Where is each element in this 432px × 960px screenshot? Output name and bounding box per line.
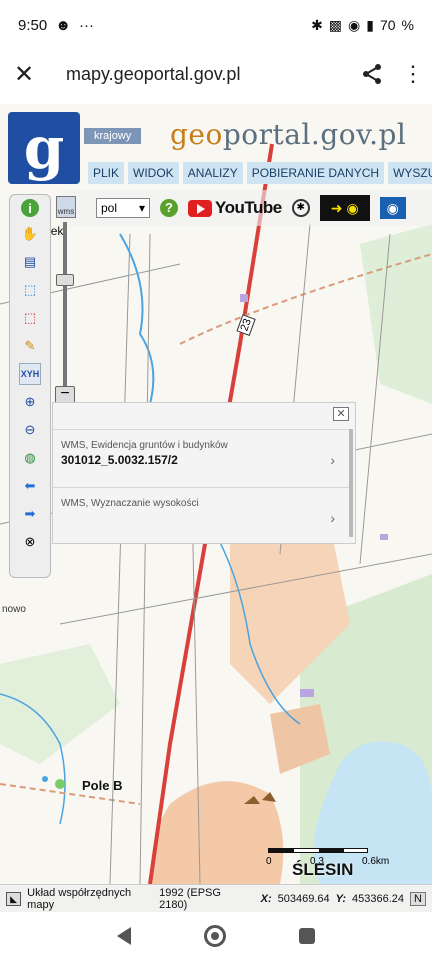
signal-icon: ▩ xyxy=(328,16,343,33)
map-view[interactable]: 23 Sarnowek nowo Pole B g krajowy geopor… xyxy=(0,104,432,912)
incognito-icon: ☻ xyxy=(55,16,71,34)
battery-icon: ▮ xyxy=(366,16,374,33)
arrow-right-icon: ➜ xyxy=(330,199,343,216)
accessibility-icon[interactable]: ✱ xyxy=(291,199,310,217)
view-eye-button[interactable]: ◉ xyxy=(379,197,406,219)
wms-button[interactable]: wms xyxy=(56,196,76,218)
language-select[interactable]: pol ▾ xyxy=(96,198,150,218)
geoportal-header: g krajowy geoportal.gov.pl PLIK WIDOK AN… xyxy=(8,112,432,184)
geoportal-logo[interactable]: g xyxy=(8,112,80,184)
coord-system-label: Układ współrzędnych mapy xyxy=(27,886,132,911)
zoom-slider: wms − xyxy=(54,196,76,406)
overflow-menu-icon[interactable]: ⋮ xyxy=(402,63,424,85)
menu-plik[interactable]: PLIK xyxy=(88,162,125,184)
left-toolbar: i ✋ ▤ ⬚ ⬚ ✎ XYH ⊕ ⊖ ◍ ⬅ ➡ ⊗ xyxy=(9,194,51,578)
url-text[interactable]: mapy.geoportal.gov.pl xyxy=(66,64,358,85)
top-toolbar: pol ▾ ? YouTube ✱ ➜ ◉ ◉ xyxy=(60,190,432,226)
xyh-button[interactable]: XYH xyxy=(19,363,41,385)
forward-arrow-icon[interactable]: ➡ xyxy=(19,503,41,525)
place-label-pole: Pole B xyxy=(82,778,123,793)
more-notifications-icon: ··· xyxy=(79,16,94,34)
chevron-right-icon: › xyxy=(330,510,335,526)
coord-x-value: 503469.64 xyxy=(277,892,330,905)
popup-close-icon[interactable]: ✕ xyxy=(333,407,349,421)
menu-widok[interactable]: WIDOK xyxy=(128,162,179,184)
youtube-icon xyxy=(188,199,212,217)
home-icon[interactable] xyxy=(203,925,226,947)
coord-epsg: 1992 (EPSG 2180) xyxy=(159,886,221,911)
share-icon[interactable] xyxy=(358,62,386,86)
popup-item-wysokosc[interactable]: WMS, Wyznaczanie wysokości › xyxy=(53,487,349,526)
zoom-knob[interactable] xyxy=(56,274,74,286)
place-label-slesin: ŚLESIN xyxy=(292,860,354,879)
scale-zero: 0 xyxy=(266,856,272,867)
coord-y-value: 453366.24 xyxy=(352,892,405,905)
north-arrow-icon[interactable]: N xyxy=(410,891,426,906)
geoportal-title: geoportal.gov.pl xyxy=(170,118,407,151)
zoom-track[interactable] xyxy=(63,222,67,386)
menu-pobieranie-danych[interactable]: POBIERANIE DANYCH xyxy=(246,162,385,184)
status-time: 9:50 xyxy=(18,16,48,34)
compass-icon[interactable]: ⊗ xyxy=(19,531,41,553)
recent-apps-icon[interactable] xyxy=(299,928,316,944)
eye-icon: ◉ xyxy=(346,199,359,216)
menu-wyszukiwanie[interactable]: WYSZUKIW xyxy=(388,162,432,184)
system-nav-bar xyxy=(0,912,432,960)
popup-item-egib[interactable]: WMS, Ewidencja gruntów i budynków 301012… xyxy=(53,429,349,477)
status-bar: 9:50 ☻ ··· ✱ ▩ ◉ ▮ 70% xyxy=(0,0,432,50)
back-arrow-icon[interactable]: ⬅ xyxy=(19,475,41,497)
chevron-right-icon: › xyxy=(330,452,335,468)
info-icon[interactable]: i xyxy=(21,199,39,217)
legend-icon[interactable]: ▤ xyxy=(19,251,41,273)
zoom-out-icon[interactable]: ⊖ xyxy=(19,419,41,441)
browser-bar: ✕ mapy.geoportal.gov.pl ⋮ xyxy=(0,50,432,98)
krajowy-label: krajowy xyxy=(84,128,142,144)
select-blue-icon[interactable]: ⬚ xyxy=(19,279,41,301)
select-red-icon[interactable]: ⬚ xyxy=(19,307,41,329)
main-menu: PLIK WIDOK ANALIZY POBIERANIE DANYCH WYS… xyxy=(88,162,432,184)
coordinate-bar: ◣ Układ współrzędnych mapy 1992 (EPSG 21… xyxy=(0,884,432,912)
pencil-icon[interactable]: ✎ xyxy=(19,335,41,357)
zoom-in-icon[interactable]: ⊕ xyxy=(19,391,41,413)
bluetooth-icon: ✱ xyxy=(311,16,323,33)
globe-icon[interactable]: ◍ xyxy=(19,447,41,469)
collapse-arrow-icon[interactable]: ◣ xyxy=(6,891,22,906)
back-icon[interactable] xyxy=(116,927,131,945)
close-icon[interactable]: ✕ xyxy=(14,60,48,89)
pan-hand-icon[interactable]: ✋ xyxy=(19,223,41,245)
wifi-icon: ◉ xyxy=(348,16,361,33)
place-label-nowo: nowo xyxy=(2,604,26,615)
popup-scrollbar[interactable] xyxy=(349,429,353,537)
help-button[interactable]: ? xyxy=(160,199,178,217)
menu-analizy[interactable]: ANALIZY xyxy=(182,162,243,184)
chevron-down-icon: ▾ xyxy=(138,201,145,215)
contrast-toggle-button[interactable]: ➜ ◉ xyxy=(319,195,370,221)
scale-end: 0.6km xyxy=(362,856,390,867)
identify-popup: ✕ WMS, Ewidencja gruntów i budynków 3010… xyxy=(52,402,356,544)
battery-level: 70 xyxy=(379,17,396,33)
youtube-button[interactable]: YouTube xyxy=(188,198,282,218)
